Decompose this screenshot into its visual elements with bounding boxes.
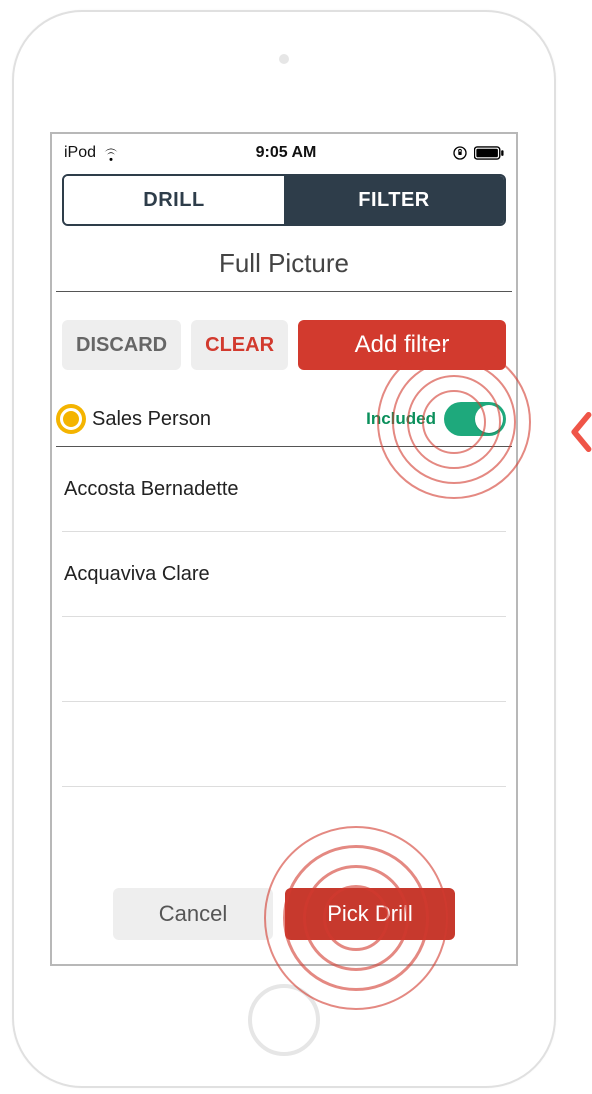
- phone-speaker-dot: [279, 54, 289, 64]
- tab-filter-label: FILTER: [358, 189, 430, 212]
- list-item[interactable]: Acquaviva Clare: [62, 532, 506, 617]
- list-item[interactable]: Accosta Bernadette: [62, 447, 506, 532]
- app-screen: iPod 9:05 AM DRILL FILTER: [50, 132, 518, 966]
- category-label: Sales Person: [92, 408, 211, 431]
- action-row: DISCARD CLEAR Add filter: [52, 292, 516, 384]
- chevron-left-icon[interactable]: [566, 412, 592, 452]
- cancel-button[interactable]: Cancel: [113, 888, 273, 940]
- tab-drill-label: DRILL: [143, 189, 204, 212]
- page-title: Full Picture: [52, 248, 516, 279]
- discard-button[interactable]: DISCARD: [62, 320, 181, 370]
- clear-label: CLEAR: [205, 334, 274, 357]
- battery-icon: [474, 146, 504, 160]
- category-color-dot: [56, 404, 86, 434]
- list-item[interactable]: [62, 617, 506, 702]
- pick-drill-button[interactable]: Pick Drill: [285, 888, 455, 940]
- list-item-label: Acquaviva Clare: [64, 563, 210, 586]
- list-item-label: Accosta Bernadette: [64, 478, 239, 501]
- tab-drill[interactable]: DRILL: [64, 176, 284, 224]
- filter-values-list: Accosta Bernadette Acquaviva Clare: [52, 447, 516, 787]
- pick-drill-label: Pick Drill: [327, 901, 413, 927]
- category-row: Sales Person Included: [52, 384, 516, 446]
- status-time: 9:05 AM: [256, 144, 317, 162]
- device-label: iPod: [64, 144, 96, 162]
- status-bar: iPod 9:05 AM: [52, 134, 516, 168]
- clear-button[interactable]: CLEAR: [191, 320, 288, 370]
- included-toggle[interactable]: [444, 402, 506, 436]
- add-filter-label: Add filter: [355, 331, 450, 359]
- tab-filter[interactable]: FILTER: [284, 176, 504, 224]
- wifi-icon: [102, 144, 120, 162]
- list-item[interactable]: [62, 702, 506, 787]
- add-filter-button[interactable]: Add filter: [298, 320, 506, 370]
- rotation-lock-icon: [452, 145, 468, 161]
- segmented-control: DRILL FILTER: [62, 174, 506, 226]
- cancel-label: Cancel: [159, 901, 227, 927]
- home-button[interactable]: [248, 984, 320, 1056]
- phone-frame: iPod 9:05 AM DRILL FILTER: [12, 10, 556, 1088]
- footer-row: Cancel Pick Drill: [52, 888, 516, 940]
- discard-label: DISCARD: [76, 334, 167, 357]
- included-label: Included: [366, 409, 436, 429]
